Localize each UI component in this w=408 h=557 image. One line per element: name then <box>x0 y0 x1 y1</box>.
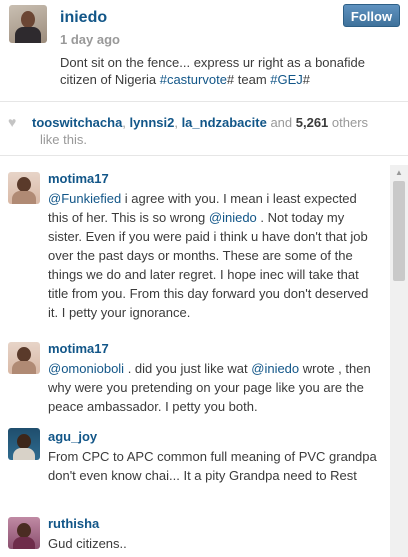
header-divider <box>0 101 408 102</box>
commenter-avatar[interactable] <box>8 342 40 374</box>
commenter-avatar[interactable] <box>8 428 40 460</box>
commenter-username[interactable]: motima17 <box>48 171 109 186</box>
comment-mention[interactable]: @Funkiefied <box>48 191 121 206</box>
post-header: iniedo 1 day ago Dont sit on the fence..… <box>0 0 408 101</box>
like-user-1[interactable]: tooswitchacha <box>32 115 122 130</box>
scroll-thumb[interactable] <box>393 181 405 281</box>
caption-mid: # team <box>226 72 271 87</box>
comment-text: Gud citizens.. <box>48 536 127 551</box>
comment-text-part: . Not today my sister. Even if you were … <box>48 210 369 320</box>
likes-others: others <box>328 115 369 130</box>
commenter-username[interactable]: agu_joy <box>48 429 97 444</box>
like-user-2[interactable]: lynnsi2 <box>130 115 175 130</box>
comment-text: @Funkiefied i agree with you. I mean i l… <box>48 189 380 322</box>
heart-icon[interactable]: ♥ <box>8 114 22 131</box>
likes-separator-2: , <box>174 115 182 130</box>
owner-username[interactable]: iniedo <box>60 9 107 27</box>
comment-mention[interactable]: @iniedo <box>251 361 299 376</box>
comment-mention[interactable]: @iniedo <box>209 210 257 225</box>
commenter-avatar[interactable] <box>8 172 40 204</box>
comment-mention[interactable]: @omonioboli <box>48 361 124 376</box>
comment-text-part: . did you just like wat <box>124 361 252 376</box>
comment-text: From CPC to APC common full meaning of P… <box>48 449 377 483</box>
follow-button[interactable]: Follow <box>343 4 400 27</box>
scroll-up-arrow-icon[interactable]: ▲ <box>390 165 408 181</box>
likes-and: and <box>266 115 296 130</box>
commenter-username[interactable]: motima17 <box>48 341 109 356</box>
commenter-avatar[interactable] <box>8 517 40 549</box>
like-user-3[interactable]: la_ndzabacite <box>182 115 267 130</box>
likes-count[interactable]: 5,261 <box>296 115 329 130</box>
owner-avatar[interactable] <box>9 5 47 43</box>
caption-end: # <box>302 72 311 87</box>
likes-text: like this. <box>40 132 87 147</box>
post-caption: Dont sit on the fence... express ur righ… <box>60 54 390 88</box>
hashtag-gej[interactable]: #GEJ <box>270 72 303 87</box>
post-time: 1 day ago <box>60 32 120 47</box>
commenter-username[interactable]: ruthisha <box>48 516 99 531</box>
comments-scrollbar[interactable]: ▲ <box>390 165 408 557</box>
comments-list: motima17 @Funkiefied i agree with you. I… <box>0 165 388 557</box>
likes-summary: ♥ tooswitchacha, lynnsi2, la_ndzabacite a… <box>8 114 403 148</box>
likes-divider <box>0 155 408 156</box>
hashtag-casturvote[interactable]: #casturvote <box>160 72 227 87</box>
comment-text: @omonioboli . did you just like wat @ini… <box>48 359 380 416</box>
likes-separator-1: , <box>122 115 130 130</box>
